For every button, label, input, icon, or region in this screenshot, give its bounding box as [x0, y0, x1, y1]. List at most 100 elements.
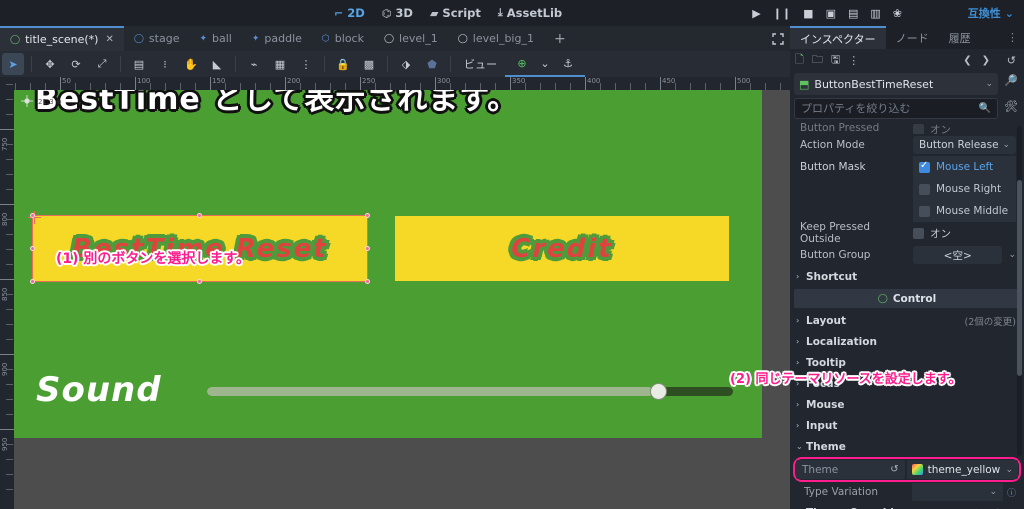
list-select-tool[interactable]: ▤: [128, 53, 150, 75]
property-filter-input[interactable]: [801, 102, 979, 115]
stop-button[interactable]: ■: [803, 8, 813, 19]
checkbox-keep-pressed-outside[interactable]: [913, 227, 924, 239]
skeleton-button[interactable]: ⬗: [395, 53, 417, 75]
scene-tab-ball[interactable]: ✦ ball: [189, 26, 241, 51]
section-shortcut[interactable]: › Shortcut: [790, 266, 1024, 287]
selection-handle[interactable]: [30, 213, 35, 218]
mode-tab-assetlib[interactable]: ⤓ AssetLib: [498, 6, 562, 20]
open-resource-button[interactable]: 🗀: [812, 51, 823, 70]
section-theme-overrides[interactable]: › Theme Overrides (2個の変更): [790, 502, 1024, 509]
section-input[interactable]: › Input: [790, 415, 1024, 436]
scrollbar-thumb[interactable]: [1017, 180, 1022, 376]
info-icon[interactable]: ⓘ: [1007, 486, 1016, 499]
scene-tab-paddle[interactable]: ✦ paddle: [242, 26, 312, 51]
group-button[interactable]: ▩: [358, 53, 380, 75]
section-localization[interactable]: › Localization: [790, 331, 1024, 352]
checkbox-mouse-left[interactable]: [919, 160, 930, 173]
property-row-button-mask-right[interactable]: Mouse Right: [790, 178, 1024, 200]
selection-handle[interactable]: [365, 213, 370, 218]
ruler-mode-tool[interactable]: ⁝: [154, 53, 176, 75]
inspector-tools-button[interactable]: 🛠: [1004, 100, 1018, 113]
theme-resource-picker[interactable]: theme_yellow ⌄: [906, 460, 1018, 479]
checkbox-mouse-right[interactable]: [919, 183, 930, 195]
bone-button[interactable]: ⬟: [421, 53, 443, 75]
inspected-node-row[interactable]: ⬒ ButtonBestTimeReset ⌄: [794, 73, 998, 95]
ruler-tool[interactable]: ◣: [206, 53, 228, 75]
select-tool[interactable]: ➤: [2, 53, 24, 75]
property-row-type-variation[interactable]: Type Variation ⌄ ⓘ: [790, 482, 1024, 502]
resource-extra-menu[interactable]: ⋮: [848, 54, 859, 67]
credit-button[interactable]: Credit: [395, 216, 729, 281]
sound-slider[interactable]: [207, 384, 733, 399]
chevron-down-icon[interactable]: ⌄: [539, 52, 551, 74]
scene-tab-title_scene[interactable]: ◯ title_scene(*) ✕: [0, 26, 124, 51]
rotate-tool[interactable]: ⟳: [65, 53, 87, 75]
selection-handle[interactable]: [365, 246, 370, 251]
tab-node[interactable]: ノード: [886, 26, 939, 49]
selection-handle[interactable]: [197, 279, 202, 284]
section-layout[interactable]: › Layout (2個の変更): [790, 310, 1024, 331]
selection-handle[interactable]: [30, 246, 35, 251]
scene-tab-block[interactable]: ⬡ block: [312, 26, 374, 51]
scene-tab-level_big_1[interactable]: ◯ level_big_1: [448, 26, 544, 51]
play-custom-scene-button[interactable]: ▥: [870, 8, 880, 19]
section-mouse[interactable]: › Mouse: [790, 394, 1024, 415]
selection-handle[interactable]: [365, 279, 370, 284]
run-project-button[interactable]: ▶: [752, 8, 760, 19]
chevron-down-icon[interactable]: ⌄: [1008, 250, 1016, 260]
chevron-down-icon[interactable]: ⌄: [1005, 465, 1013, 475]
mode-tab-script[interactable]: ▰ Script: [430, 6, 481, 20]
zoom-reset-icon[interactable]: ⊕: [511, 52, 533, 74]
lock-button[interactable]: 🔒: [332, 53, 354, 75]
anchor-icon[interactable]: ⚓: [557, 52, 579, 74]
inspector-scrollbar[interactable]: [1017, 126, 1022, 456]
close-icon[interactable]: ✕: [105, 34, 113, 45]
checkbox-mouse-middle[interactable]: [919, 205, 930, 217]
snap-mode-tool[interactable]: ⌁: [243, 53, 265, 75]
view-menu[interactable]: ビュー: [456, 56, 505, 72]
nav-back-button[interactable]: ❮: [963, 55, 971, 66]
move-tool[interactable]: ✥: [39, 53, 61, 75]
save-resource-button[interactable]: 🖫: [831, 51, 840, 70]
pause-button[interactable]: ❙❙: [773, 8, 791, 19]
action-mode-dropdown[interactable]: Button Release ⌄: [913, 136, 1016, 154]
type-variation-dropdown[interactable]: ⌄: [912, 483, 1003, 501]
fullscreen-icon[interactable]: [766, 26, 790, 51]
property-row-button-group[interactable]: Button Group <空> ⌄: [790, 244, 1024, 266]
property-row-button-mask-left[interactable]: Button Mask Mouse Left: [790, 156, 1024, 178]
grid-snap-tool[interactable]: ▦: [269, 53, 291, 75]
remote-debug-button[interactable]: ▣: [826, 8, 836, 19]
property-row-button-mask-middle[interactable]: Mouse Middle: [790, 200, 1024, 222]
inspector-history-button[interactable]: ↺: [1007, 54, 1016, 67]
property-row-keep-pressed-outside[interactable]: Keep Pressed Outside オン: [790, 221, 1024, 245]
scene-tab-stage[interactable]: ◯ stage: [124, 26, 190, 51]
pan-tool[interactable]: ✋: [180, 53, 202, 75]
renderer-selector[interactable]: 互換性 ⌄: [968, 0, 1014, 26]
mode-tab-3d[interactable]: ⌬ 3D: [382, 6, 413, 20]
selection-handle[interactable]: [30, 279, 35, 284]
slider-knob[interactable]: [651, 384, 667, 399]
canvas-viewport[interactable]: BestTime として表示されます。 21:3 ⊕ BestTime Rese…: [14, 90, 790, 509]
movie-writer-button[interactable]: ❀: [893, 8, 902, 19]
scale-tool[interactable]: ⤢: [91, 53, 113, 75]
play-scene-button[interactable]: ▤: [848, 8, 858, 19]
tab-history[interactable]: 履歴: [939, 26, 981, 49]
open-documentation-button[interactable]: 🔎: [1004, 74, 1018, 87]
checkbox[interactable]: [913, 124, 924, 134]
property-row-action-mode[interactable]: Action Mode Button Release ⌄: [790, 134, 1024, 156]
inspector-overflow-menu[interactable]: ⋮: [1007, 26, 1018, 49]
scene-tab-level_1[interactable]: ◯ level_1: [374, 26, 448, 51]
add-scene-tab-button[interactable]: +: [544, 26, 576, 51]
snap-options-menu[interactable]: ⋮: [295, 53, 317, 75]
tab-inspector[interactable]: インスペクター: [790, 26, 886, 49]
property-row-button-pressed[interactable]: Button Pressed オン: [790, 122, 1024, 134]
button-group-dropdown[interactable]: <空>: [913, 246, 1003, 264]
section-theme[interactable]: ⌄ Theme: [790, 436, 1024, 457]
property-value: オン: [930, 227, 951, 240]
new-resource-button[interactable]: 🗋: [795, 51, 804, 70]
reset-icon[interactable]: ↺: [890, 464, 898, 475]
selection-handle[interactable]: [197, 213, 202, 218]
property-filter-row[interactable]: 🔍: [794, 98, 998, 119]
mode-tab-2d[interactable]: ⌐ 2D: [334, 6, 365, 20]
nav-forward-button[interactable]: ❯: [982, 55, 990, 66]
